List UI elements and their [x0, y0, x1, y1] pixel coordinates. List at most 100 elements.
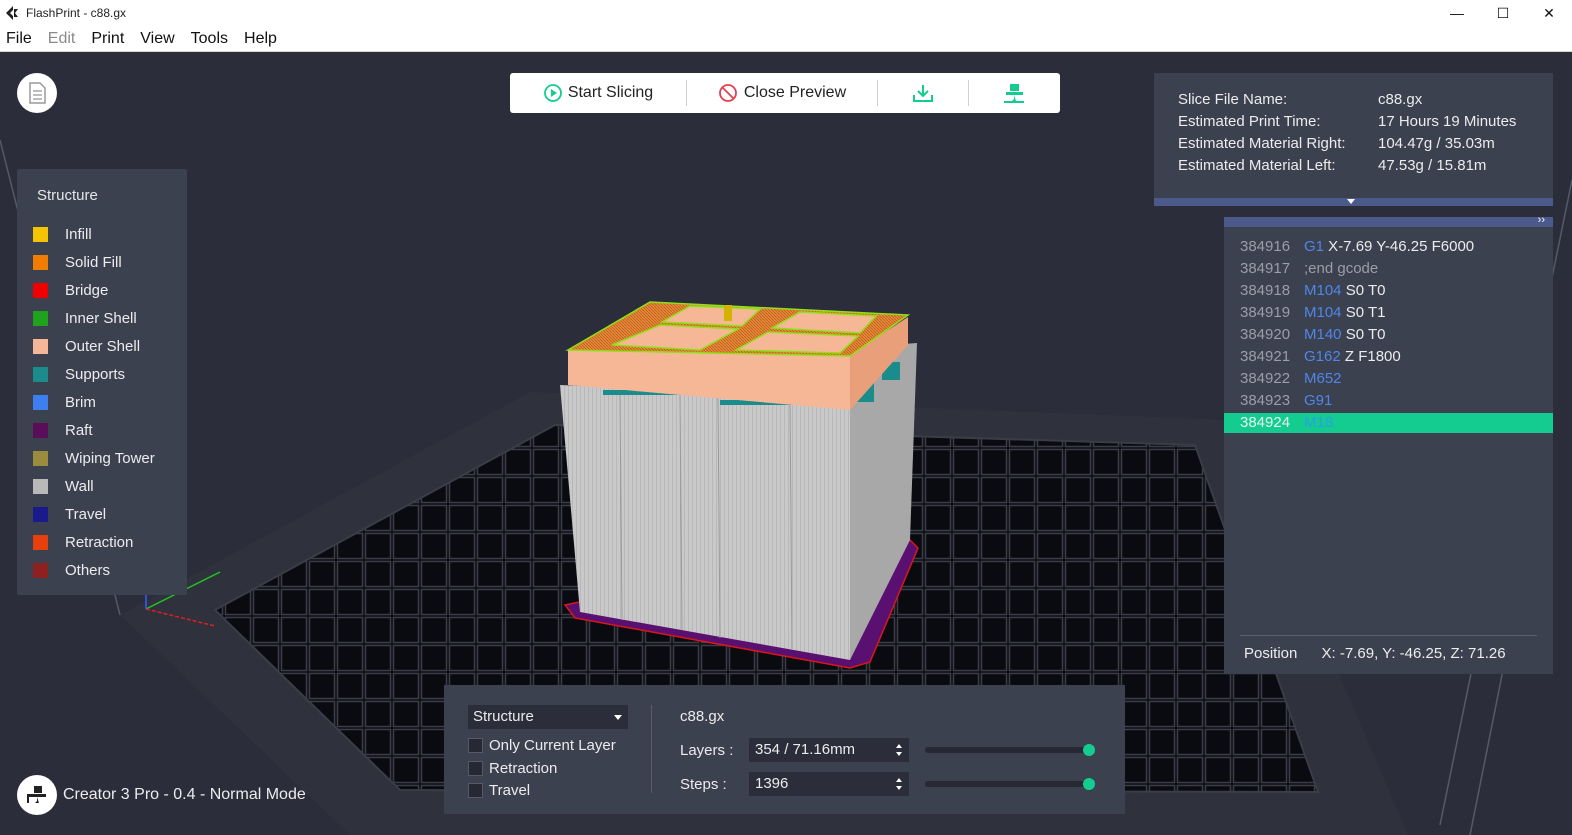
title-bar: FlashPrint - c88.gx — ☐ ✕ [0, 0, 1572, 26]
gcode-line[interactable]: 384922 M652 [1224, 369, 1553, 389]
info-label: Estimated Material Left: [1178, 157, 1336, 174]
gcode-line-number: 384921 [1240, 348, 1291, 365]
menu-file[interactable]: File [0, 30, 40, 48]
spin-arrows-icon[interactable] [895, 742, 903, 758]
preview-controls-panel: Structure Only Current Layer Retraction … [444, 685, 1125, 814]
gcode-line[interactable]: 384916 G1 X-7.69 Y-46.25 F6000 [1224, 237, 1553, 257]
steps-slider[interactable] [925, 778, 1095, 790]
print-button[interactable] [969, 73, 1059, 113]
legend-label: Travel [65, 505, 107, 523]
layers-slider[interactable] [925, 744, 1095, 756]
layers-spinbox[interactable]: 354 / 71.16mm [749, 738, 909, 762]
gcode-divider [1240, 635, 1537, 636]
legend-item: Travel [33, 504, 106, 524]
steps-value: 1396 [755, 775, 789, 792]
menu-help[interactable]: Help [238, 30, 285, 48]
preview-file-name: c88.gx [680, 708, 725, 725]
info-label: Slice File Name: [1178, 91, 1288, 108]
file-list-button[interactable] [17, 73, 57, 113]
gcode-line-code: M104 S0 T1 [1304, 303, 1385, 323]
gcode-line-number: 384919 [1240, 304, 1291, 321]
gcode-line-number: 384916 [1240, 238, 1291, 255]
legend-label: Supports [65, 365, 126, 383]
checkbox-box[interactable] [468, 738, 483, 753]
close-window-button[interactable]: ✕ [1526, 0, 1572, 26]
checkbox-label: Travel [489, 782, 531, 799]
gcode-line-number: 384920 [1240, 326, 1291, 343]
layers-slider-handle[interactable] [1083, 744, 1095, 756]
menu-print[interactable]: Print [85, 30, 132, 48]
export-button[interactable] [878, 73, 968, 113]
start-slicing-button[interactable]: Start Slicing [510, 73, 686, 113]
display-mode-select[interactable]: Structure [468, 705, 628, 729]
legend-swatch [33, 450, 48, 466]
gcode-command: M140 [1304, 326, 1342, 343]
legend-swatch [33, 534, 48, 550]
travel-checkbox[interactable]: Travel [468, 782, 530, 799]
legend-item: Infill [33, 224, 92, 244]
gcode-command: M18 [1304, 414, 1334, 431]
gcode-command: M652 [1304, 370, 1342, 387]
legend-label: Retraction [65, 533, 134, 551]
legend-label: Raft [65, 421, 93, 439]
only-current-layer-checkbox[interactable]: Only Current Layer [468, 737, 616, 754]
legend-label: Wiping Tower [65, 449, 155, 467]
gcode-panel-header: ›› [1224, 214, 1553, 227]
spin-arrows-icon[interactable] [895, 776, 903, 792]
caret-down-icon [1347, 199, 1355, 204]
steps-spinbox[interactable]: 1396 [749, 772, 909, 796]
display-mode-value: Structure [473, 708, 534, 725]
legend-item: Inner Shell [33, 308, 137, 328]
legend-swatch [33, 422, 48, 438]
collapse-info-bar[interactable] [1154, 198, 1553, 206]
expand-icon[interactable]: ›› [1538, 214, 1545, 226]
checkbox-box[interactable] [468, 783, 483, 798]
legend-swatch [33, 282, 48, 298]
gcode-line[interactable]: 384924 M18 [1224, 413, 1553, 433]
printer-mode-label: Creator 3 Pro - 0.4 - Normal Mode [63, 786, 306, 803]
legend-swatch [33, 254, 48, 270]
legend-item: Outer Shell [33, 336, 140, 356]
print-time-row: Estimated Print Time: 17 Hours 19 Minute… [1178, 113, 1516, 130]
gcode-line[interactable]: 384923 G91 [1224, 391, 1553, 411]
gcode-line[interactable]: 384920 M140 S0 T0 [1224, 325, 1553, 345]
legend-swatch [33, 506, 48, 522]
checkbox-box[interactable] [468, 761, 483, 776]
legend-swatch [33, 338, 48, 354]
gcode-command: G162 [1304, 348, 1341, 365]
info-label: Estimated Material Right: [1178, 135, 1346, 152]
controls-divider [651, 705, 652, 793]
info-value: 104.47g / 35.03m [1378, 135, 1495, 152]
legend-item: Wall [33, 476, 94, 496]
printer-status-button[interactable] [17, 775, 57, 815]
gcode-params: Z F1800 [1340, 348, 1401, 365]
gcode-line[interactable]: 384917 ;end gcode [1224, 259, 1553, 279]
gcode-line-code: G162 Z F1800 [1304, 347, 1401, 367]
menu-view[interactable]: View [134, 30, 182, 48]
window-title: FlashPrint - c88.gx [26, 6, 127, 20]
gcode-line[interactable]: 384918 M104 S0 T0 [1224, 281, 1553, 301]
close-preview-button[interactable]: Close Preview [687, 73, 877, 113]
start-slicing-label: Start Slicing [567, 84, 654, 101]
gcode-command: G1 [1304, 238, 1325, 255]
legend-label: Outer Shell [65, 337, 141, 355]
download-icon [913, 85, 933, 102]
legend-label: Others [65, 561, 111, 579]
retraction-checkbox[interactable]: Retraction [468, 760, 557, 777]
maximize-icon: ☐ [1496, 4, 1510, 21]
menu-tools[interactable]: Tools [185, 30, 236, 48]
material-left-row: Estimated Material Left: 47.53g / 15.81m [1178, 157, 1486, 174]
legend-label: Bridge [65, 281, 109, 299]
menu-edit[interactable]: Edit [42, 30, 84, 48]
steps-slider-handle[interactable] [1083, 778, 1095, 790]
minimize-button[interactable]: — [1434, 0, 1480, 26]
gcode-comment: ;end gcode [1304, 260, 1379, 277]
gcode-line[interactable]: 384921 G162 Z F1800 [1224, 347, 1553, 367]
legend-label: Infill [65, 225, 92, 243]
maximize-button[interactable]: ☐ [1480, 0, 1526, 26]
position-value: X: -7.69, Y: -46.25, Z: 71.26 [1321, 645, 1506, 662]
checkbox-label: Retraction [489, 760, 558, 777]
slice-file-name-row: Slice File Name: c88.gx [1178, 91, 1422, 108]
legend-item: Retraction [33, 532, 133, 552]
gcode-line[interactable]: 384919 M104 S0 T1 [1224, 303, 1553, 323]
